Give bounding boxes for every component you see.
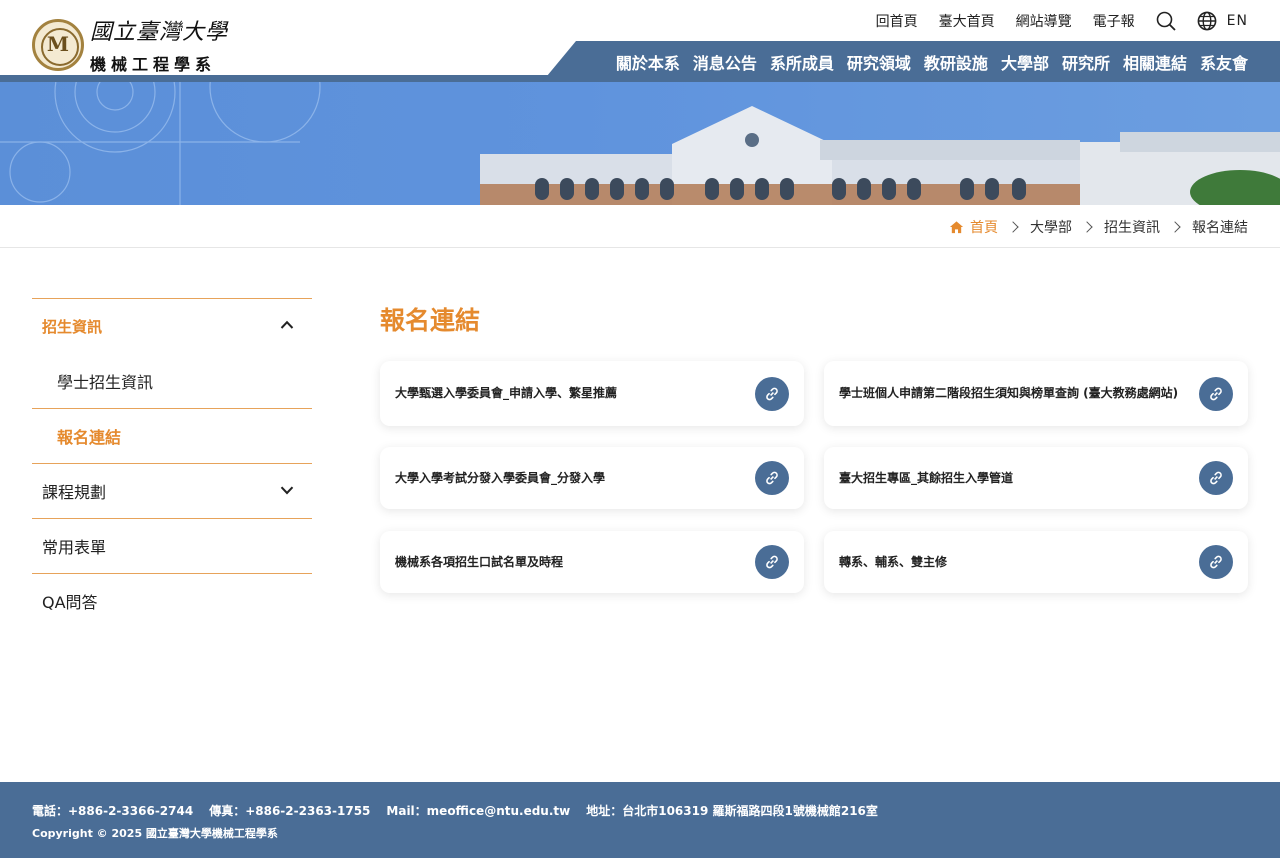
- nav-alumni[interactable]: 系友會: [1200, 50, 1248, 74]
- footer-phone: 電話：+886-2-3366-2744: [32, 804, 194, 818]
- sidebar-item-label: QA問答: [42, 593, 98, 612]
- footer-address: 地址：台北市106319 羅斯福路四段1號機械館216室: [586, 804, 878, 818]
- main-nav: 關於本系 消息公告 系所成員 研究領域 教研設施 大學部 研究所 相關連結 系友…: [603, 41, 1248, 82]
- link-card-label: 轉系、輔系、雙主修: [839, 554, 948, 569]
- logo-department-name: 機械工程學系: [90, 55, 217, 74]
- language-switch[interactable]: EN: [1227, 13, 1248, 29]
- link-icon[interactable]: [1199, 376, 1233, 411]
- sidebar-item-admissions[interactable]: 招生資訊: [32, 298, 312, 353]
- link-icon[interactable]: [755, 461, 789, 495]
- search-icon[interactable]: [1156, 11, 1176, 31]
- page-title: 報名連結: [380, 306, 481, 335]
- sidebar-subitem-bachelor-admissions[interactable]: 學士招生資訊: [32, 353, 312, 408]
- sidebar-item-qa[interactable]: QA問答: [32, 573, 312, 628]
- breadcrumb-undergraduate[interactable]: 大學部: [1030, 217, 1072, 237]
- nav-about[interactable]: 關於本系: [616, 50, 680, 74]
- hero-banner: [0, 82, 1280, 205]
- banner-building-illustration: [0, 82, 1280, 205]
- sidebar-item-label: 常用表單: [42, 538, 107, 557]
- site-logo[interactable]: 國立臺灣大學 機械工程學系: [32, 14, 228, 75]
- link-card-label: 機械系各項招生口試名單及時程: [395, 554, 564, 569]
- link-card[interactable]: 轉系、輔系、雙主修: [824, 531, 1248, 593]
- chevron-right-icon: [1081, 221, 1093, 233]
- nav-undergraduate[interactable]: 大學部: [1001, 50, 1049, 74]
- sidebar-item-forms[interactable]: 常用表單: [32, 518, 312, 573]
- sidebar-item-label: 課程規劃: [42, 483, 107, 502]
- footer-contact: 電話：+886-2-3366-2744 傳真：+886-2-2363-1755 …: [32, 802, 894, 819]
- nav-graduate[interactable]: 研究所: [1062, 50, 1110, 74]
- nav-links[interactable]: 相關連結: [1123, 50, 1187, 74]
- logo-university-name: 國立臺灣大學: [90, 20, 229, 45]
- chevron-right-icon: [1169, 221, 1181, 233]
- nav-accent-strip: [0, 75, 560, 82]
- link-card[interactable]: 學士班個人申請第二階段招生須知與榜單查詢 (臺大教務處網站): [824, 361, 1248, 426]
- utility-links: 回首頁 臺大首頁 網站導覽 電子報 EN: [855, 10, 1248, 32]
- site-footer: 電話：+886-2-3366-2744 傳真：+886-2-2363-1755 …: [0, 782, 1280, 858]
- breadcrumb-bar: 首頁 大學部 招生資訊 報名連結: [0, 205, 1280, 248]
- toplink-sitemap[interactable]: 網站導覽: [1016, 11, 1072, 31]
- link-card-label: 大學入學考試分發入學委員會_分發入學: [395, 470, 606, 485]
- link-card[interactable]: 大學入學考試分發入學委員會_分發入學: [380, 447, 804, 509]
- chevron-down-icon: [280, 483, 294, 497]
- footer-fax: 傳真：+886-2-2363-1755: [209, 804, 371, 818]
- nav-research[interactable]: 研究領域: [847, 50, 911, 74]
- globe-icon[interactable]: [1197, 11, 1217, 31]
- nav-news[interactable]: 消息公告: [693, 50, 757, 74]
- footer-mail[interactable]: Mail：meoffice@ntu.edu.tw: [386, 802, 570, 819]
- link-icon[interactable]: [755, 545, 789, 579]
- toplink-ntu-home[interactable]: 臺大首頁: [939, 11, 995, 31]
- link-icon[interactable]: [1199, 545, 1233, 579]
- link-icon[interactable]: [755, 376, 789, 411]
- site-header: 國立臺灣大學 機械工程學系 回首頁 臺大首頁 網站導覽 電子報 EN 關於本系 …: [0, 0, 1280, 82]
- home-icon: [949, 220, 964, 233]
- sidebar-subitem-registration-links[interactable]: 報名連結: [32, 408, 312, 463]
- chevron-up-icon: [280, 318, 294, 332]
- sidebar-subitem-label: 學士招生資訊: [57, 372, 154, 392]
- link-card-label: 學士班個人申請第二階段招生須知與榜單查詢 (臺大教務處網站): [839, 386, 1179, 400]
- toplink-newsletter[interactable]: 電子報: [1093, 11, 1135, 31]
- footer-copyright: Copyright © 2025 國立臺灣大學機械工程學系: [32, 827, 278, 840]
- link-card[interactable]: 臺大招生專區_其餘招生入學管道: [824, 447, 1248, 509]
- chevron-right-icon: [1007, 221, 1019, 233]
- sidebar-subitem-label: 報名連結: [57, 428, 122, 447]
- link-card-label: 臺大招生專區_其餘招生入學管道: [839, 470, 1014, 485]
- breadcrumb-home-label: 首頁: [970, 220, 998, 236]
- university-seal-icon: [32, 18, 84, 71]
- breadcrumb-home[interactable]: 首頁: [949, 217, 998, 237]
- breadcrumb-admissions[interactable]: 招生資訊: [1104, 217, 1160, 237]
- breadcrumb-current: 報名連結: [1192, 220, 1248, 236]
- nav-members[interactable]: 系所成員: [770, 50, 834, 74]
- link-card[interactable]: 大學甄選入學委員會_申請入學、繁星推薦: [380, 361, 804, 426]
- sidebar-menu: 招生資訊 學士招生資訊 報名連結 課程規劃 常用表單 QA問答: [32, 298, 312, 628]
- sidebar-item-curriculum[interactable]: 課程規劃: [32, 463, 312, 518]
- link-card[interactable]: 機械系各項招生口試名單及時程: [380, 531, 804, 593]
- toplink-home[interactable]: 回首頁: [876, 11, 918, 31]
- breadcrumb: 首頁 大學部 招生資訊 報名連結: [949, 217, 1248, 237]
- sidebar-item-label: 招生資訊: [42, 317, 103, 336]
- nav-facilities[interactable]: 教研設施: [924, 50, 988, 74]
- link-card-label: 大學甄選入學委員會_申請入學、繁星推薦: [395, 386, 618, 400]
- link-icon[interactable]: [1199, 461, 1233, 495]
